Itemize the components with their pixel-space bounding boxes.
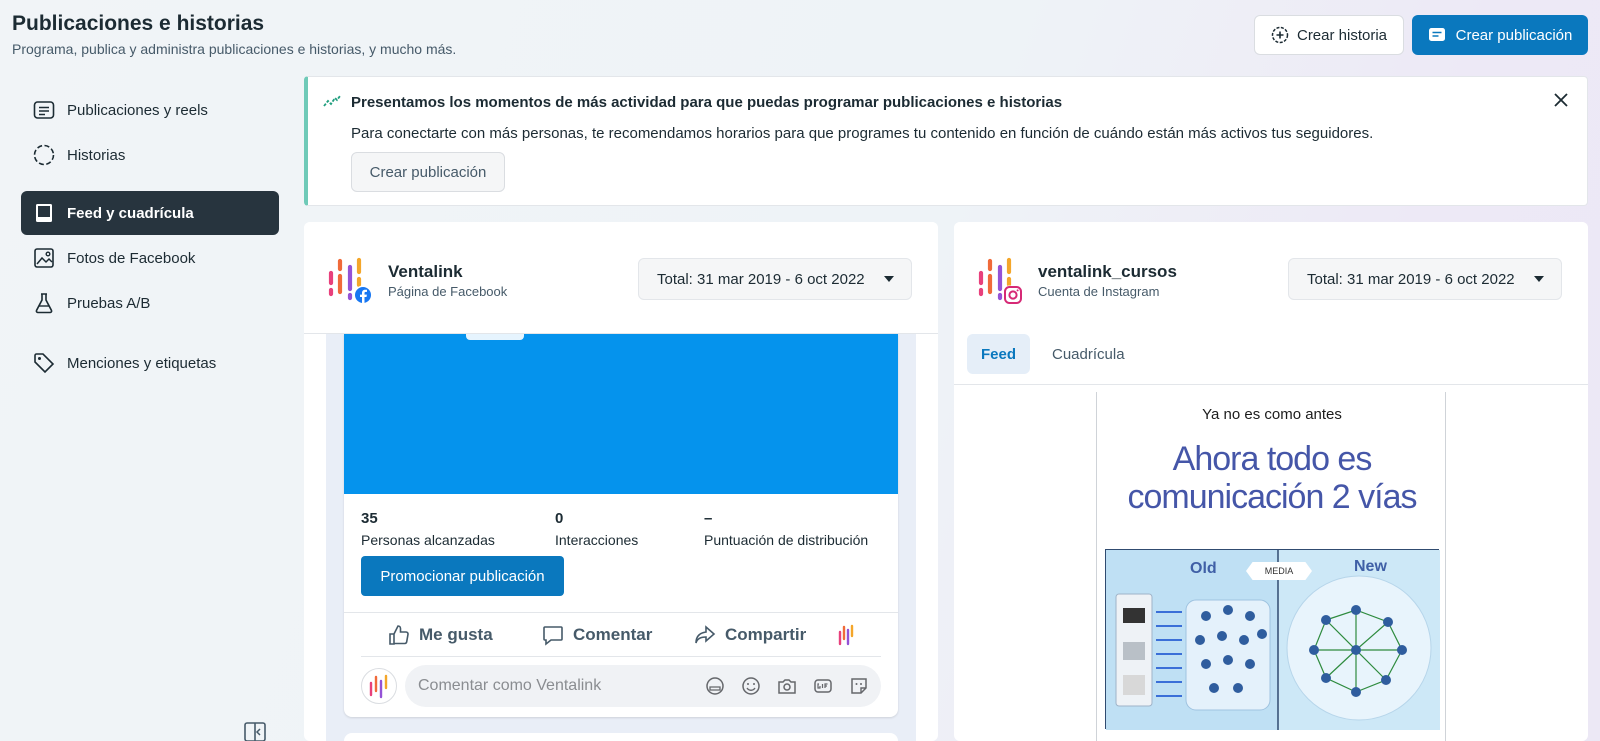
caret-down-icon — [1534, 276, 1544, 282]
emoji-icon[interactable] — [741, 676, 761, 696]
instagram-account-name: ventalink_cursos — [1038, 262, 1177, 281]
instagram-date-range-dropdown[interactable]: Total: 31 mar 2019 - 6 oct 2022 — [1288, 258, 1562, 300]
create-story-label: Crear historia — [1296, 26, 1388, 44]
banner-create-post-button[interactable]: Crear publicación — [351, 152, 505, 192]
facebook-feed-card: 35 Personas alcanzadas 0 Interacciones –… — [304, 222, 938, 741]
metric-reach-value: 35 — [361, 510, 378, 527]
sidebar-item-facebook-photos[interactable]: Fotos de Facebook — [21, 236, 279, 280]
like-icon — [389, 625, 409, 645]
sidebar-item-label: Fotos de Facebook — [67, 249, 196, 267]
share-label: Compartir — [725, 625, 807, 644]
instagram-account-type: Cuenta de Instagram — [1038, 284, 1160, 299]
divider — [344, 612, 898, 613]
sidebar-item-label: Feed y cuadrícula — [67, 204, 194, 222]
page-title: Publicaciones e historias — [12, 12, 265, 35]
facebook-date-range-dropdown[interactable]: Total: 31 mar 2019 - 6 oct 2022 — [638, 258, 912, 300]
ventalink-logo-icon — [369, 674, 388, 699]
gif-icon[interactable] — [813, 676, 833, 696]
flask-icon — [35, 293, 53, 314]
post-headline-line-2: comunicación 2 vías — [1127, 478, 1417, 516]
comment-icon — [543, 626, 563, 646]
page-avatar-icon[interactable] — [837, 624, 855, 646]
photos-icon — [34, 248, 54, 268]
sticker-icon[interactable] — [849, 676, 869, 696]
page-subtitle: Programa, publica y administra publicaci… — [12, 41, 457, 57]
comment-placeholder: Comentar como Ventalink — [418, 677, 602, 694]
create-post-button[interactable]: Crear publicación — [1412, 15, 1588, 55]
posts-icon — [33, 101, 55, 119]
metric-reach-label: Personas alcanzadas — [361, 532, 495, 548]
diagram-new-label: New — [1354, 558, 1387, 575]
share-icon — [695, 625, 716, 644]
sidebar-item-label: Menciones y etiquetas — [67, 354, 217, 372]
sidebar-item-stories[interactable]: Historias — [21, 133, 279, 177]
post-headline: Ahora todo es comunicación 2 vías — [1097, 440, 1447, 516]
caret-down-icon — [884, 276, 894, 282]
next-post-preview — [344, 733, 898, 741]
diagram-old-label: Old — [1190, 560, 1217, 577]
tag-icon — [34, 353, 55, 374]
post-image[interactable] — [344, 332, 898, 494]
post-icon — [1428, 28, 1445, 41]
facebook-account-type: Página de Facebook — [388, 284, 508, 299]
instagram-post[interactable]: Ya no es como antes Ahora todo es comuni… — [1096, 392, 1446, 741]
like-label: Me gusta — [419, 625, 493, 644]
create-post-label: Crear publicación — [1455, 26, 1573, 44]
ventalink-logo-icon — [978, 257, 1023, 305]
promote-post-button[interactable]: Promocionar publicación — [361, 556, 564, 596]
banner-text: Para conectarte con más personas, te rec… — [351, 125, 1374, 142]
camera-icon[interactable] — [777, 676, 797, 696]
sidebar-item-label: Publicaciones y reels — [67, 101, 208, 119]
create-story-button[interactable]: Crear historia — [1254, 15, 1404, 55]
trend-icon — [323, 95, 341, 107]
comment-tools — [705, 676, 869, 696]
close-icon[interactable] — [1553, 92, 1569, 108]
instagram-feed-card: ventalink_cursos Cuenta de Instagram Tot… — [954, 222, 1588, 741]
like-button[interactable]: Me gusta — [388, 624, 493, 646]
metric-distribution-value: – — [704, 510, 713, 527]
peak-times-banner: Presentamos los momentos de más activida… — [304, 76, 1588, 206]
facebook-post: 35 Personas alcanzadas 0 Interacciones –… — [344, 332, 898, 717]
tab-feed[interactable]: Feed — [967, 334, 1031, 374]
facebook-account-name: Ventalink — [388, 262, 463, 281]
ventalink-logo-icon — [328, 257, 373, 305]
sidebar-item-ab-tests[interactable]: Pruebas A/B — [21, 281, 279, 325]
sidebar-item-posts-reels[interactable]: Publicaciones y reels — [21, 88, 279, 132]
add-circle-icon — [1271, 26, 1289, 44]
metric-interactions-value: 0 — [555, 510, 564, 527]
share-button[interactable]: Compartir — [694, 624, 806, 646]
sidebar-item-label: Pruebas A/B — [67, 294, 151, 312]
post-caption: Ya no es como antes — [1202, 406, 1342, 423]
instagram-view-tabs: Feed Cuadrícula — [954, 334, 1588, 384]
instagram-card-header: ventalink_cursos Cuenta de Instagram Tot… — [954, 222, 1588, 334]
sidebar-item-mentions-tags[interactable]: Menciones y etiquetas — [21, 341, 279, 385]
facebook-card-header: Ventalink Página de Facebook Total: 31 m… — [304, 222, 938, 334]
date-range-label: Total: 31 mar 2019 - 6 oct 2022 — [1307, 270, 1515, 288]
collapse-sidebar-icon[interactable] — [244, 722, 266, 741]
divider — [954, 384, 1588, 385]
stories-icon — [33, 144, 55, 166]
sidebar-item-label: Historias — [67, 146, 126, 164]
commenter-avatar — [361, 668, 397, 704]
metric-interactions-label: Interacciones — [555, 532, 639, 548]
post-headline-line-1: Ahora todo es — [1172, 440, 1373, 478]
metric-distribution-label: Puntuación de distribución — [704, 532, 869, 548]
feed-grid-icon — [36, 204, 52, 222]
page-header: Publicaciones e historias Programa, publ… — [0, 0, 1600, 70]
diagram-media-label: MEDIA — [1246, 562, 1312, 580]
old-vs-new-media-diagram: Old MEDIA New — [1105, 549, 1440, 730]
comment-input[interactable]: Comentar como Ventalink — [405, 665, 881, 707]
avatar-sticker-icon[interactable] — [705, 676, 725, 696]
divider — [361, 656, 881, 657]
sidebar-item-feed-grid[interactable]: Feed y cuadrícula — [21, 191, 279, 235]
banner-title: Presentamos los momentos de más activida… — [351, 94, 1063, 111]
tab-grid[interactable]: Cuadrícula — [1038, 334, 1139, 374]
comment-label: Comentar — [573, 625, 653, 644]
comment-button[interactable]: Comentar — [542, 624, 652, 646]
date-range-label: Total: 31 mar 2019 - 6 oct 2022 — [657, 270, 865, 288]
